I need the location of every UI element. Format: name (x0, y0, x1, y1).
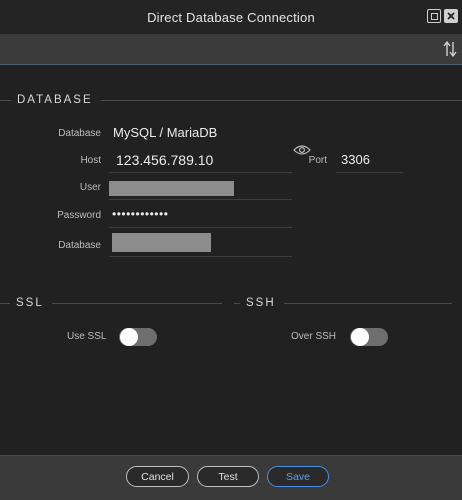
close-icon (447, 12, 455, 20)
port-underline (336, 172, 403, 173)
dialog-footer: Cancel Test Save (0, 455, 462, 500)
window-title: Direct Database Connection (147, 9, 315, 25)
port-input[interactable]: 3306 (341, 152, 370, 167)
toggle-knob (351, 328, 369, 346)
divider (51, 302, 222, 304)
password-underline (109, 227, 292, 228)
toggle-knob (120, 328, 138, 346)
database-name-underline (109, 256, 292, 257)
database-section-header: DATABASE (0, 94, 462, 106)
title-bar: Direct Database Connection (0, 0, 462, 34)
divider (0, 302, 10, 304)
sort-arrows-icon[interactable] (443, 40, 457, 58)
host-underline (109, 172, 292, 173)
user-label: User (79, 182, 101, 193)
maximize-icon (430, 12, 438, 20)
database-section-title: DATABASE (17, 94, 93, 106)
user-input[interactable] (109, 181, 234, 196)
eye-icon[interactable] (293, 144, 311, 156)
window-controls (427, 9, 458, 23)
test-button[interactable]: Test (197, 466, 259, 487)
divider (234, 302, 240, 304)
use-ssl-label: Use SSL (67, 331, 107, 342)
database-type-select[interactable]: MySQL / MariaDB (113, 125, 217, 140)
divider (100, 99, 462, 101)
port-label: Port (308, 155, 327, 166)
ssh-section-title: SSH (246, 297, 276, 309)
user-underline (109, 199, 292, 200)
cancel-button[interactable]: Cancel (126, 466, 189, 487)
use-ssl-toggle[interactable] (119, 328, 157, 346)
save-button[interactable]: Save (267, 466, 329, 487)
over-ssh-label: Over SSH (291, 331, 337, 342)
close-button[interactable] (444, 9, 458, 23)
password-label: Password (57, 210, 101, 221)
ssl-section-header: SSL (0, 297, 222, 309)
password-input[interactable]: •••••••••••• (112, 207, 168, 221)
host-label: Host (80, 155, 101, 166)
ssh-section-header: SSH (234, 297, 452, 309)
database-name-label: Database (58, 240, 101, 251)
divider (283, 302, 452, 304)
over-ssh-toggle[interactable] (350, 328, 388, 346)
divider (0, 99, 11, 101)
database-type-label: Database (58, 128, 101, 139)
content-panel (0, 65, 462, 455)
host-input[interactable]: 123.456.789.10 (116, 152, 213, 168)
database-name-input[interactable] (112, 233, 211, 252)
ssl-section-title: SSL (16, 297, 44, 309)
maximize-button[interactable] (427, 9, 441, 23)
toolbar (0, 34, 462, 65)
